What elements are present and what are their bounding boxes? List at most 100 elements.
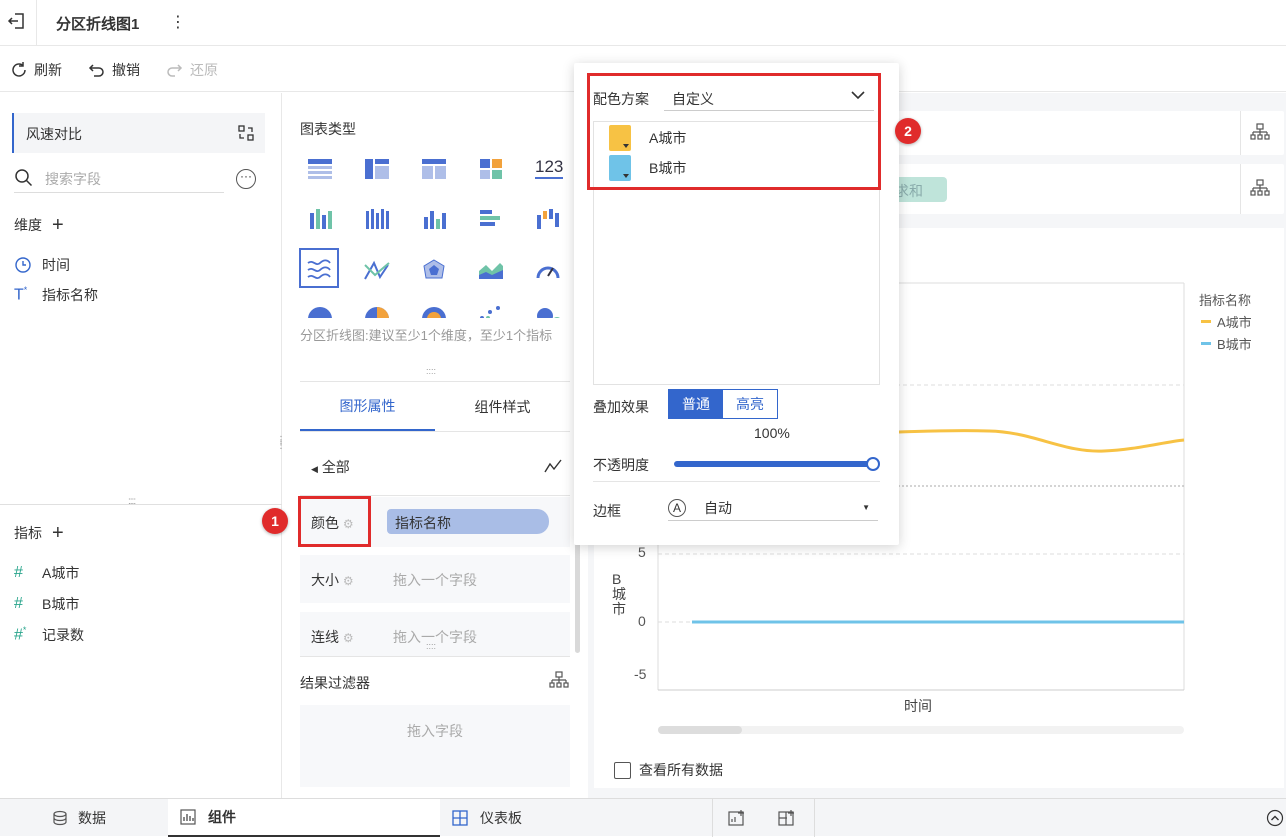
legend-item-a[interactable]: A城市 (1201, 312, 1252, 331)
splitter-handle-icon[interactable]: ⋮ ⋮ (276, 436, 286, 451)
line-chart-icon[interactable] (362, 259, 392, 281)
x-axis-label: 时间 (904, 698, 932, 714)
all-label: 全部 (321, 459, 350, 475)
undo-icon (88, 63, 104, 77)
kpi-card-icon[interactable]: 123 (535, 157, 564, 179)
shelf-hierarchy-icon[interactable] (1250, 179, 1270, 197)
metric-item-a[interactable]: # A城市 (14, 563, 79, 583)
gauge-chart-icon[interactable] (533, 259, 563, 281)
add-component-icon[interactable] (728, 809, 746, 827)
dimension-item-metric-name[interactable]: T* 指标名称 (14, 285, 98, 305)
blend-label: 叠加效果 (593, 399, 649, 415)
table-chart-icon[interactable] (305, 157, 335, 179)
tab-component-style[interactable]: 组件样式 (435, 383, 570, 431)
annotation-box-scheme (587, 73, 881, 190)
panel-splitter[interactable] (0, 504, 282, 505)
grid-layout-icon[interactable] (476, 157, 506, 179)
refresh-label: 刷新 (34, 61, 62, 78)
search-field[interactable]: 搜索字段 (14, 163, 224, 193)
size-drop-zone[interactable]: 拖入一个字段 (393, 570, 477, 590)
add-dashboard-icon[interactable] (778, 809, 796, 827)
blend-segmented-control[interactable]: 普通 高亮 (668, 389, 778, 419)
area-chart-icon[interactable] (476, 259, 506, 281)
redo-icon (167, 63, 183, 77)
pie-chart-icon[interactable] (305, 304, 335, 318)
gear-icon[interactable]: ⚙ (343, 574, 354, 588)
annotation-badge-1: 1 (262, 508, 288, 534)
divider (36, 0, 37, 46)
search-icon (15, 169, 33, 187)
exit-icon[interactable] (6, 10, 28, 32)
border-select[interactable]: A 自动 ▼ (668, 495, 878, 521)
radar-chart-icon[interactable] (419, 259, 449, 281)
all-properties-toggle[interactable]: ◀ 全部 (311, 457, 350, 477)
line-property[interactable]: 连线 ⚙ (311, 627, 354, 647)
column-chart-icon[interactable] (419, 207, 449, 229)
bubble-chart-icon[interactable] (533, 304, 563, 318)
scroll-thumb[interactable] (658, 726, 742, 734)
area-line-chart-selected[interactable] (299, 248, 339, 288)
divider (300, 381, 570, 382)
size-property[interactable]: 大小 ⚙ (311, 570, 354, 590)
auto-letter-icon: A (668, 498, 686, 517)
stacked-column-icon[interactable] (305, 207, 335, 229)
result-filter-label: 结果过滤器 (300, 675, 370, 691)
checkbox-box[interactable] (614, 761, 631, 779)
resize-handle-icon[interactable]: :::: (426, 641, 436, 651)
view-all-data-checkbox[interactable]: 查看所有数据 (614, 760, 723, 780)
size-label: 大小 (311, 572, 339, 588)
line-style-icon[interactable] (543, 457, 563, 475)
calc-number-icon: #* (14, 625, 27, 644)
blend-highlight-button[interactable]: 高亮 (723, 390, 777, 418)
tab-data[interactable]: 数据 (52, 808, 106, 828)
filter-drop-zone[interactable]: 拖入字段 (300, 705, 570, 787)
y-tick-0: 0 (638, 613, 646, 629)
y-axis-label: B城市 (612, 571, 626, 617)
tab-data-label: 数据 (78, 810, 106, 826)
slider-handle[interactable] (866, 457, 880, 471)
color-field-chip[interactable]: 指标名称 (387, 509, 549, 534)
filter-hierarchy-icon[interactable] (549, 671, 569, 689)
database-icon (53, 810, 67, 826)
divider (593, 481, 880, 482)
redo-button[interactable]: 还原 (166, 47, 218, 92)
scatter-chart-icon[interactable] (476, 304, 506, 318)
chart-hscrollbar[interactable] (658, 726, 1184, 734)
grouped-column-icon[interactable] (362, 207, 392, 229)
number-icon: # (14, 564, 23, 581)
dashboard-icon (452, 810, 468, 826)
crosstab-chart-icon[interactable] (362, 157, 392, 179)
add-metric-icon[interactable]: + (52, 523, 64, 543)
dataset-selector[interactable]: 风速对比 (12, 113, 265, 153)
resize-handle-icon[interactable]: :::: (426, 366, 436, 376)
more-options-icon[interactable]: ··· (236, 169, 256, 189)
number-icon: # (14, 595, 23, 612)
legend-swatch-b (1201, 342, 1211, 345)
line-label: 连线 (311, 629, 339, 645)
opacity-slider[interactable] (674, 457, 880, 471)
add-dimension-icon[interactable]: + (52, 215, 64, 235)
drag-handle-icon[interactable]: :::: (128, 496, 136, 507)
divider (1240, 111, 1241, 155)
collapse-up-icon[interactable] (1266, 809, 1284, 827)
gear-icon[interactable]: ⚙ (343, 631, 354, 645)
sunburst-icon[interactable] (419, 304, 449, 318)
blend-normal-button[interactable]: 普通 (669, 390, 723, 418)
refresh-button[interactable]: 刷新 (10, 47, 62, 92)
metric-item-b[interactable]: # B城市 (14, 594, 79, 614)
legend-item-b[interactable]: B城市 (1201, 334, 1252, 353)
switch-dataset-icon[interactable] (237, 124, 255, 142)
tab-component[interactable]: 组件 (168, 799, 440, 837)
metric-item-count[interactable]: #* 记录数 (14, 625, 84, 645)
tab-dashboard[interactable]: 仪表板 (452, 808, 522, 828)
more-menu-icon[interactable]: ⋮ (170, 12, 186, 32)
shelf-hierarchy-icon[interactable] (1250, 123, 1270, 141)
donut-pie-icon[interactable] (362, 304, 392, 318)
dimension-item-time[interactable]: 时间 (14, 255, 70, 275)
bar-chart-icon[interactable] (476, 207, 506, 229)
partitioned-line-icon (307, 259, 331, 280)
undo-button[interactable]: 撤销 (88, 47, 140, 92)
tab-graphic-properties[interactable]: 图形属性 (300, 383, 435, 431)
detail-table-icon[interactable] (419, 157, 449, 179)
waterfall-chart-icon[interactable] (533, 207, 563, 229)
